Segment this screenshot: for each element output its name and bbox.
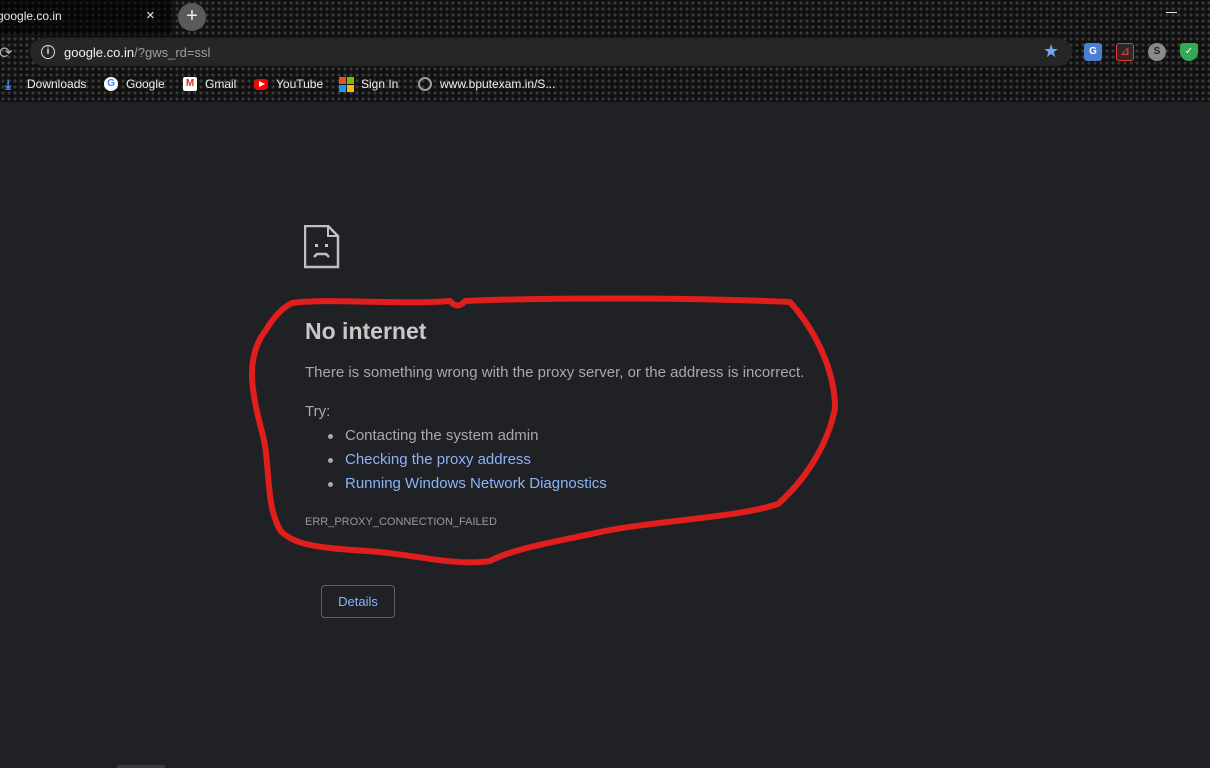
error-title: No internet (305, 318, 427, 344)
browser-chrome: google.co.in × + ⟳ i google.co.in/?gws_r… (0, 0, 1210, 102)
list-item: Checking the proxy address (325, 451, 607, 475)
new-tab-button[interactable]: + (178, 3, 206, 31)
microsoft-icon (339, 77, 354, 92)
tab-title: google.co.in (0, 9, 62, 23)
bookmark-label: Sign In (361, 77, 399, 91)
gmail-icon: M (183, 77, 197, 91)
google-icon: G (104, 77, 118, 91)
info-icon[interactable]: i (41, 45, 55, 59)
shield-icon[interactable]: ✓ (1180, 43, 1198, 61)
bookmark-label: Downloads (27, 77, 87, 91)
suggestion-text: Contacting the system admin (345, 427, 539, 444)
globe-icon (418, 77, 432, 91)
list-item: Running Windows Network Diagnostics (325, 475, 607, 499)
reload-icon[interactable]: ⟳ (0, 43, 12, 63)
skype-icon[interactable]: S (1148, 43, 1166, 61)
network-diagnostics-link[interactable]: Running Windows Network Diagnostics (345, 475, 607, 492)
bookmark-label: Gmail (205, 77, 237, 91)
bookmark-label: YouTube (276, 77, 324, 91)
browser-tab[interactable]: google.co.in × (0, 0, 172, 34)
minimize-icon[interactable] (1166, 12, 1177, 13)
download-icon: ⤓ (5, 76, 12, 92)
bookmark-label: www.bputexam.in/S... (440, 77, 556, 91)
url-host: google.co.in (64, 45, 135, 60)
sad-page-icon (304, 225, 340, 269)
red-annotation-circle (249, 295, 838, 566)
bookmark-label: Google (126, 77, 165, 91)
translate-icon[interactable]: G (1084, 43, 1102, 61)
error-description: There is something wrong with the proxy … (305, 364, 805, 381)
tab-close-icon[interactable]: × (146, 6, 155, 26)
youtube-icon (254, 79, 268, 90)
list-item: Contacting the system admin (325, 427, 607, 451)
pdf-icon[interactable]: ⊿ (1116, 43, 1134, 61)
check-proxy-link[interactable]: Checking the proxy address (345, 451, 531, 468)
details-button[interactable]: Details (321, 585, 395, 618)
address-bar[interactable]: i google.co.in/?gws_rd=ssl ★ (30, 38, 1072, 66)
error-code: ERR_PROXY_CONNECTION_FAILED (305, 516, 497, 528)
bookmark-star-icon[interactable]: ★ (1043, 41, 1059, 62)
suggestions-list: Contacting the system admin Checking the… (325, 427, 607, 499)
url-path: /?gws_rd=ssl (134, 45, 211, 60)
url-text[interactable]: google.co.in/?gws_rd=ssl (64, 45, 210, 60)
try-label: Try: (305, 403, 331, 420)
